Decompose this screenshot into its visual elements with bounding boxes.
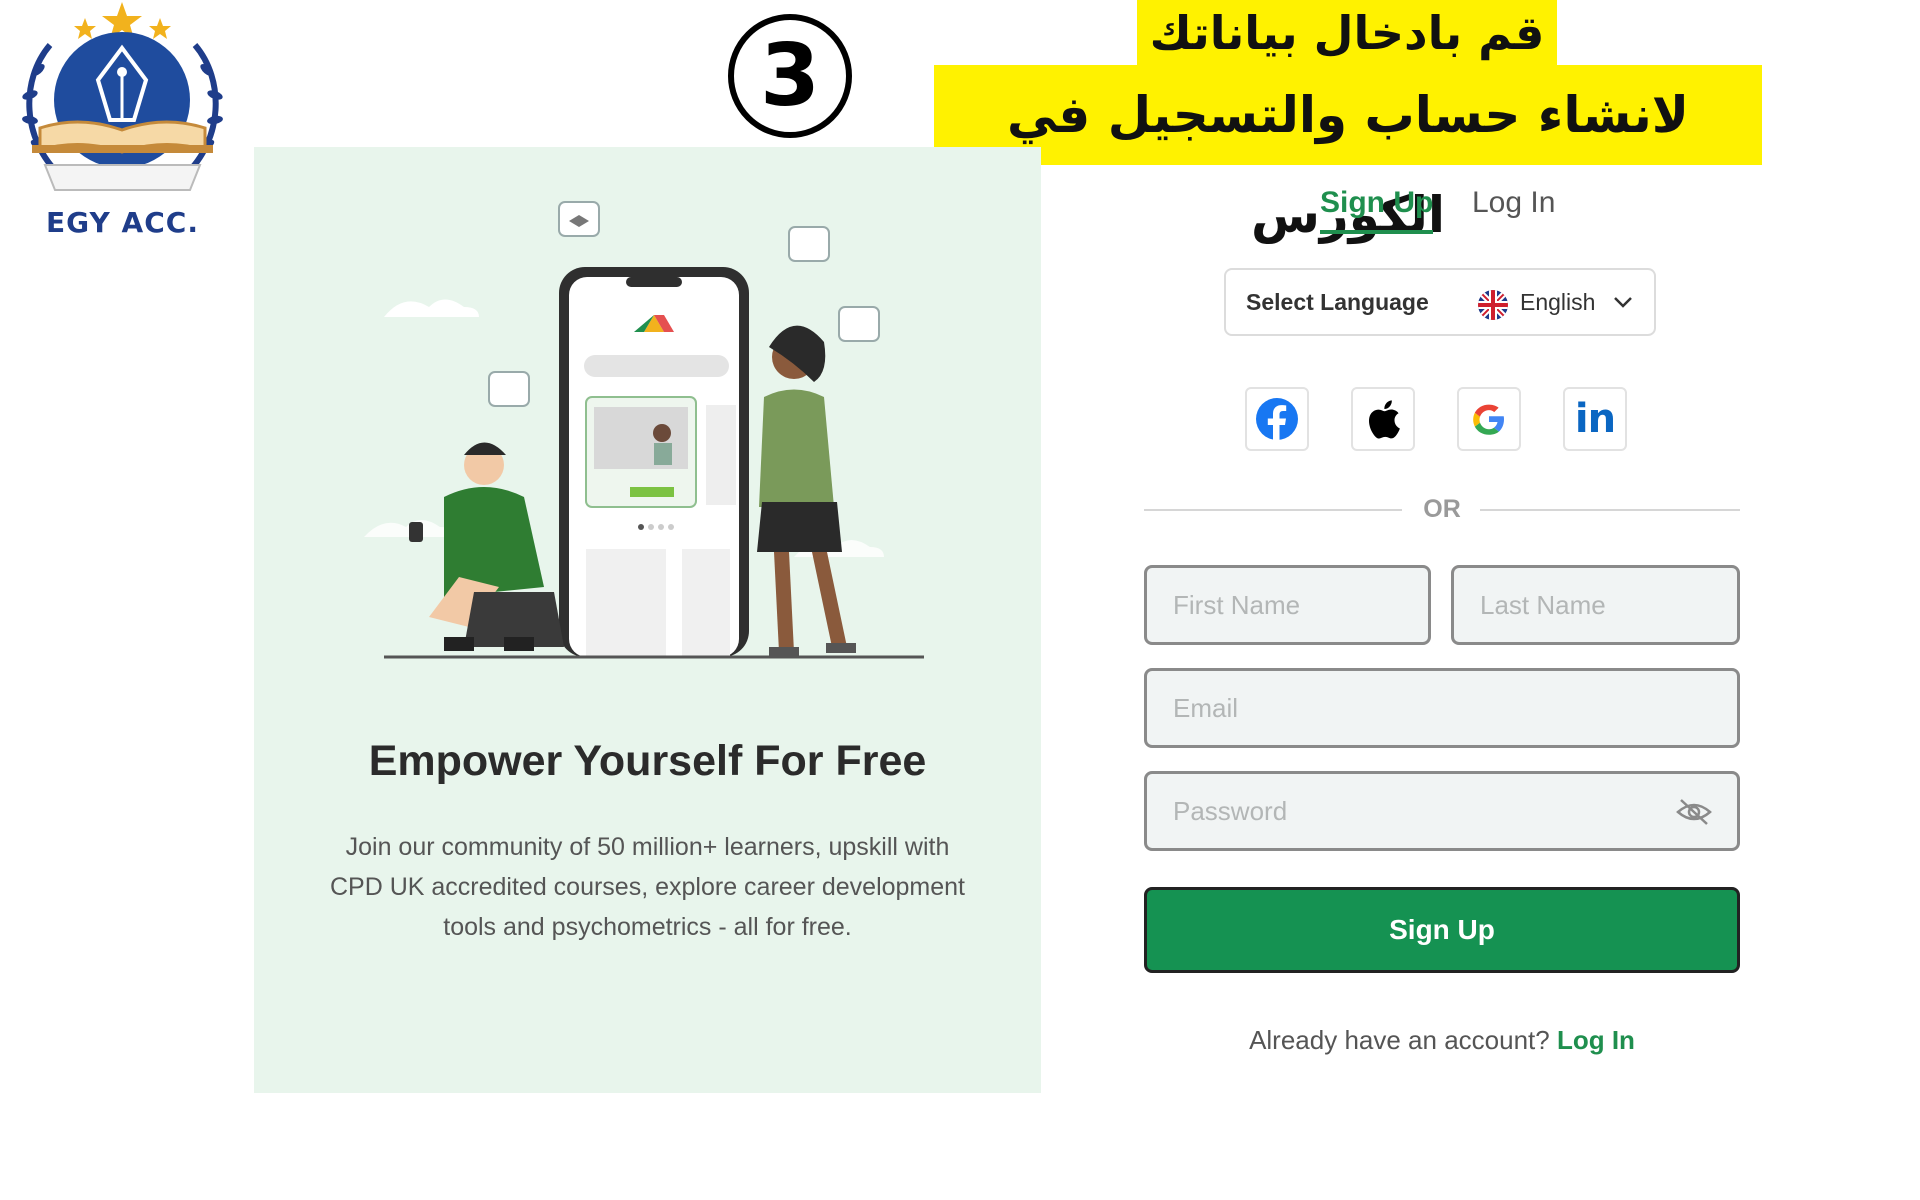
already-have-account-text: Already have an account? bbox=[1249, 1025, 1550, 1055]
tab-sign-up[interactable]: Sign Up bbox=[1320, 186, 1434, 234]
apple-icon bbox=[1369, 400, 1400, 439]
language-select-value: English bbox=[1520, 289, 1596, 315]
linkedin-login-button[interactable]: in bbox=[1563, 387, 1627, 451]
promo-panel: Empower Yourself For Free Join our commu… bbox=[254, 147, 1041, 1093]
linkedin-icon: in bbox=[1574, 396, 1616, 442]
language-select[interactable]: Select Language English bbox=[1224, 268, 1656, 336]
facebook-login-button[interactable] bbox=[1245, 387, 1309, 451]
sign-up-button[interactable]: Sign Up bbox=[1144, 887, 1740, 973]
first-name-input[interactable] bbox=[1147, 568, 1428, 642]
google-icon bbox=[1473, 404, 1504, 435]
logo-text: EGY ACC. bbox=[46, 206, 199, 239]
tab-log-in[interactable]: Log In bbox=[1472, 186, 1555, 220]
divider-line-left bbox=[1144, 509, 1402, 511]
facebook-icon bbox=[1256, 398, 1298, 441]
auth-tabs: Sign Up Log In bbox=[1320, 186, 1580, 238]
instruction-banner-line2: لانشاء حساب والتسجيل في الكورس bbox=[934, 65, 1762, 244]
email-field-wrapper bbox=[1144, 668, 1740, 748]
step-number-badge: 3 bbox=[728, 14, 852, 138]
or-divider-text: OR bbox=[1423, 495, 1461, 523]
first-name-field-wrapper bbox=[1144, 565, 1431, 645]
email-input[interactable] bbox=[1147, 671, 1737, 745]
chevron-down-icon bbox=[1614, 297, 1632, 308]
already-have-account: Already have an account? Log In bbox=[1144, 1025, 1740, 1056]
password-field-wrapper bbox=[1144, 771, 1740, 851]
last-name-input[interactable] bbox=[1454, 568, 1737, 642]
google-login-button[interactable] bbox=[1457, 387, 1521, 451]
language-select-label: Select Language bbox=[1246, 289, 1429, 315]
instruction-banner-line1: قم بادخال بياناتك bbox=[1137, 0, 1557, 65]
or-divider: OR bbox=[1144, 495, 1740, 525]
promo-title: Empower Yourself For Free bbox=[368, 737, 927, 785]
last-name-field-wrapper bbox=[1451, 565, 1740, 645]
learners-illustration bbox=[364, 201, 924, 659]
password-input[interactable] bbox=[1147, 774, 1737, 848]
social-login-buttons: in bbox=[1245, 387, 1640, 455]
promo-description: Join our community of 50 million+ learne… bbox=[329, 833, 966, 941]
divider-line-right bbox=[1480, 509, 1740, 511]
uk-flag-icon bbox=[1478, 290, 1508, 320]
eye-off-icon[interactable] bbox=[1675, 796, 1713, 828]
apple-login-button[interactable] bbox=[1351, 387, 1415, 451]
log-in-link[interactable]: Log In bbox=[1557, 1025, 1635, 1055]
